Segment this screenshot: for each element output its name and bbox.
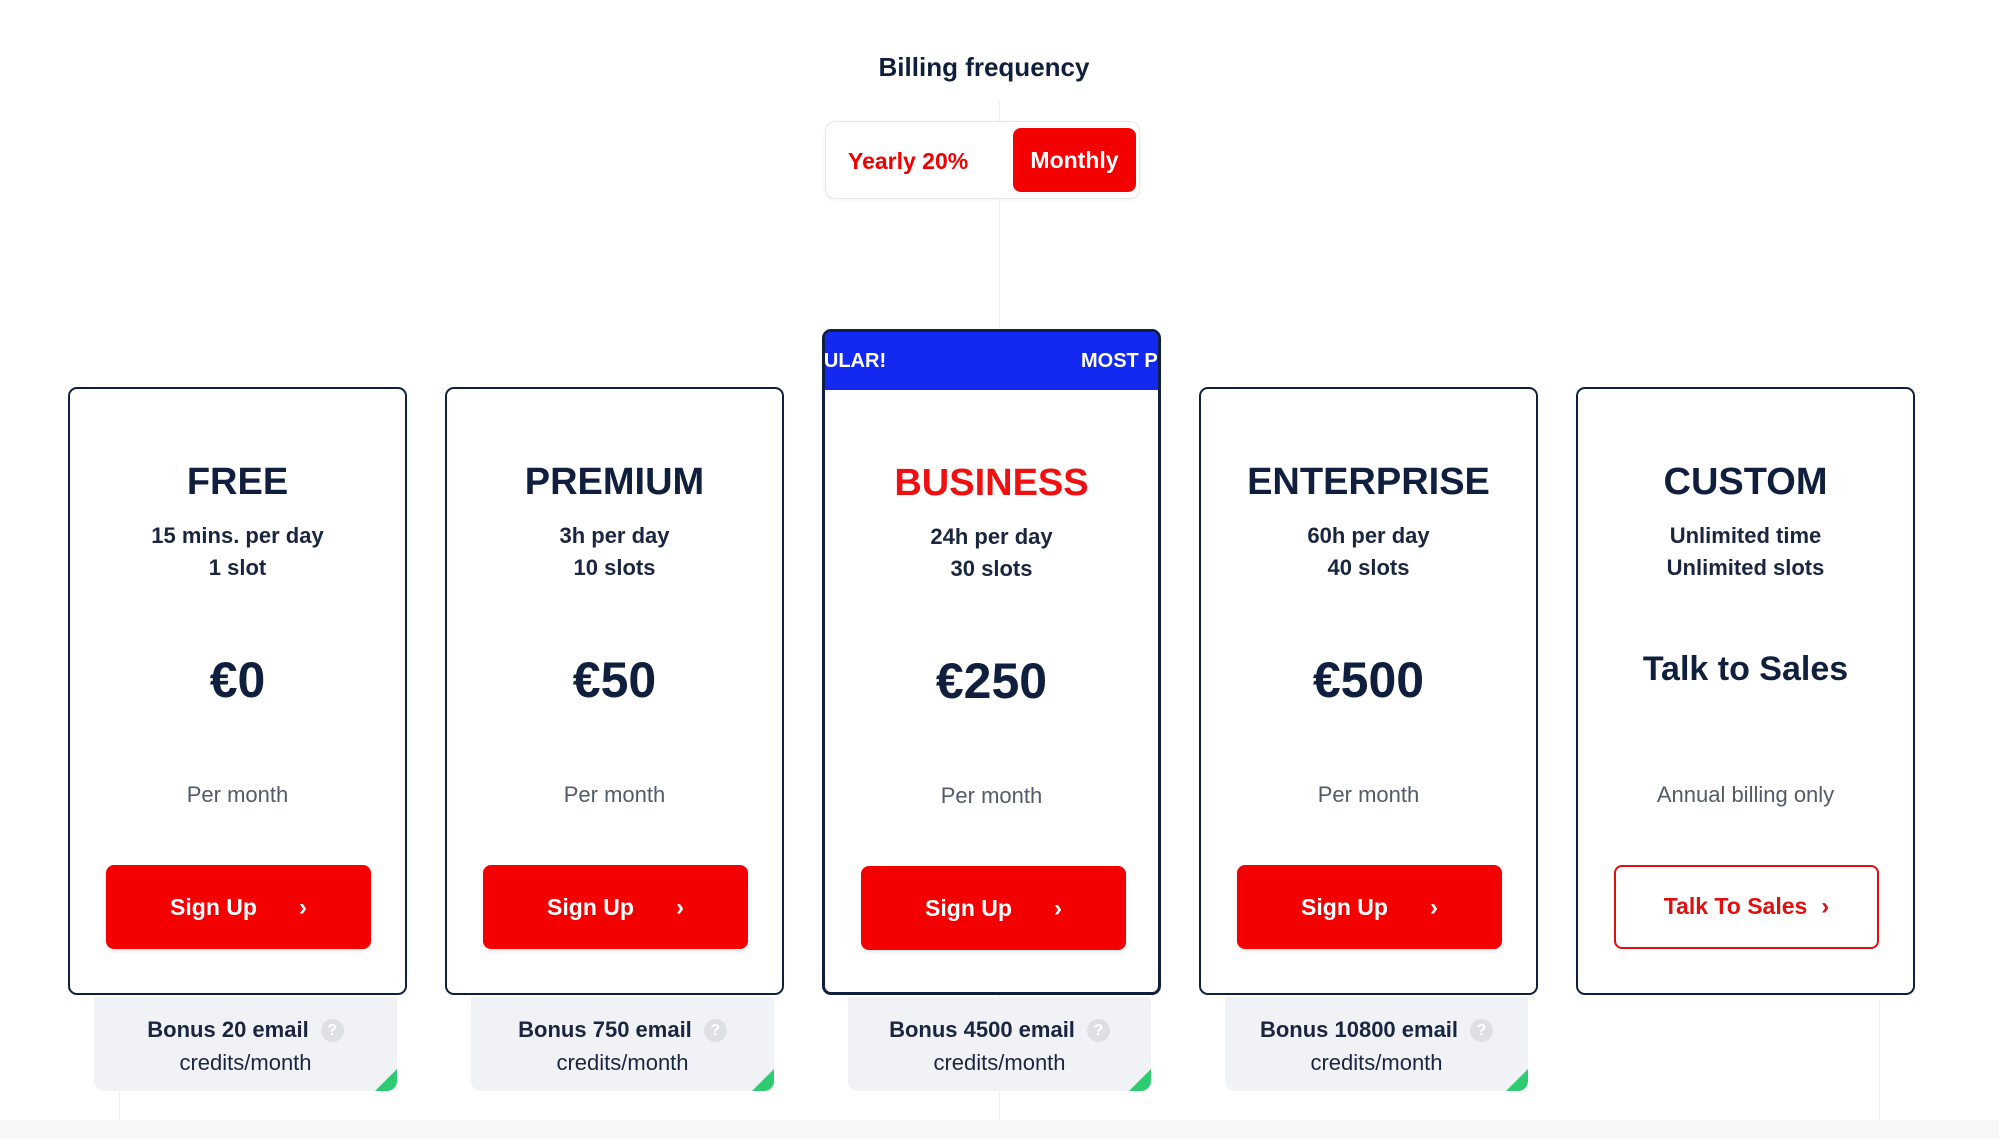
plan-period: Per month	[563, 782, 666, 807]
talk-to-sales-button[interactable]: Talk To Sales ›	[1614, 865, 1879, 949]
sign-up-button[interactable]: Sign Up ›	[861, 866, 1126, 950]
sign-up-button[interactable]: Sign Up ›	[1237, 865, 1502, 949]
question-circle-icon[interactable]: ?	[703, 1019, 727, 1042]
bonus-label: Bonus 750 email	[518, 1017, 692, 1042]
most-popular-ribbon: OPULAR! MOST P	[825, 332, 1158, 390]
corner-accent	[752, 1069, 774, 1091]
plan-card-business: OPULAR! MOST P BUSINESS 24h per day 30 s…	[822, 329, 1161, 995]
plan-slots: 1 slot	[208, 555, 267, 580]
sign-up-button[interactable]: Sign Up ›	[106, 865, 371, 949]
plan-time: 24h per day	[930, 524, 1053, 549]
sign-up-label: Sign Up	[925, 895, 1012, 921]
sign-up-button[interactable]: Sign Up ›	[483, 865, 748, 949]
plan-time: 60h per day	[1307, 523, 1430, 548]
bonus-label: Bonus 20 email	[147, 1017, 309, 1042]
corner-accent	[1506, 1069, 1528, 1091]
bonus-label: Bonus 4500 email	[889, 1017, 1075, 1042]
plan-name: ENTERPRISE	[1247, 461, 1490, 503]
monthly-option[interactable]: Monthly	[1013, 128, 1136, 192]
billing-frequency-title: Billing frequency	[878, 52, 1090, 82]
chevron-right-icon: ›	[1429, 894, 1438, 921]
ribbon-text: OPULAR!	[825, 350, 887, 372]
plan-time: 15 mins. per day	[151, 523, 324, 548]
plan-name: PREMIUM	[524, 461, 705, 503]
plan-card-enterprise: ENTERPRISE 60h per day 40 slots €500 Per…	[1199, 387, 1538, 995]
plan-card-custom: CUSTOM Unlimited time Unlimited slots Ta…	[1576, 387, 1915, 995]
plan-card-free: FREE 15 mins. per day 1 slot €0 Per mont…	[68, 387, 407, 995]
plan-price: €50	[572, 652, 657, 708]
yearly-option[interactable]: Yearly 20%	[848, 122, 968, 200]
question-circle-icon[interactable]: ?	[1086, 1019, 1110, 1042]
plan-time: Unlimited time	[1669, 523, 1822, 548]
bonus-panel-business: Bonus 4500 email? credits/month	[848, 997, 1151, 1091]
plan-period: Per month	[1317, 782, 1420, 807]
bonus-panel-enterprise: Bonus 10800 email? credits/month	[1225, 997, 1528, 1091]
question-circle-icon[interactable]: ?	[1470, 1019, 1494, 1042]
billing-frequency-toggle: Yearly 20% Monthly	[825, 121, 1140, 199]
plan-price: €250	[935, 653, 1048, 709]
plan-period: Per month	[186, 782, 289, 807]
background-guide-line	[1879, 1000, 1880, 1139]
plan-slots: 40 slots	[1327, 555, 1410, 580]
sign-up-label: Sign Up	[547, 894, 634, 920]
plan-card-premium: PREMIUM 3h per day 10 slots €50 Per mont…	[445, 387, 784, 995]
sign-up-label: Sign Up	[1301, 894, 1388, 920]
bottom-edge	[0, 1120, 1999, 1139]
plan-slots: 10 slots	[573, 555, 656, 580]
plan-period: Annual billing only	[1656, 782, 1835, 807]
plan-name: CUSTOM	[1663, 461, 1828, 503]
ribbon-text: MOST P	[1081, 350, 1158, 372]
plan-price: €0	[209, 652, 266, 708]
bonus-label: Bonus 10800 email	[1259, 1017, 1459, 1042]
plan-name: BUSINESS	[894, 462, 1089, 504]
plan-period: Per month	[940, 783, 1043, 808]
chevron-right-icon: ›	[675, 894, 684, 921]
chevron-right-icon: ›	[1821, 893, 1830, 920]
bonus-panel-free: Bonus 20 email? credits/month	[94, 997, 397, 1091]
plan-price: €500	[1312, 652, 1425, 708]
talk-to-sales-label: Talk To Sales	[1663, 893, 1808, 919]
sign-up-label: Sign Up	[170, 894, 257, 920]
question-circle-icon[interactable]: ?	[320, 1019, 344, 1042]
bonus-unit: credits/month	[556, 1050, 689, 1075]
bonus-unit: credits/month	[179, 1050, 312, 1075]
corner-accent	[1129, 1069, 1151, 1091]
chevron-right-icon: ›	[298, 894, 307, 921]
plan-price: Talk to Sales	[1642, 650, 1849, 688]
plan-slots: Unlimited slots	[1666, 555, 1825, 580]
plan-name: FREE	[186, 461, 289, 503]
bonus-panel-premium: Bonus 750 email? credits/month	[471, 997, 774, 1091]
plan-time: 3h per day	[559, 523, 670, 548]
bonus-unit: credits/month	[1310, 1050, 1443, 1075]
chevron-right-icon: ›	[1053, 895, 1062, 922]
bonus-unit: credits/month	[933, 1050, 1066, 1075]
corner-accent	[375, 1069, 397, 1091]
plan-slots: 30 slots	[950, 556, 1033, 581]
